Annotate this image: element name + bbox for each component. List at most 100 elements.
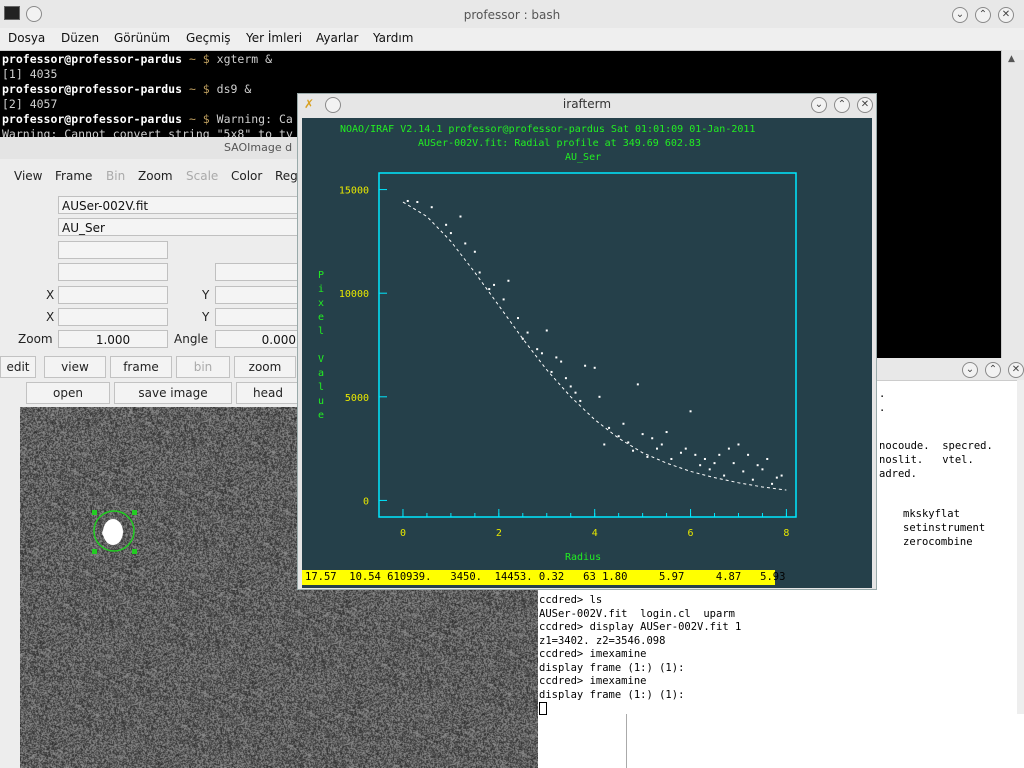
header-button[interactable]: head	[236, 382, 300, 404]
frame-button[interactable]: frame	[110, 356, 172, 378]
data-point	[608, 426, 611, 429]
data-point	[478, 271, 481, 274]
minimize-icon[interactable]: ⌄	[811, 97, 827, 113]
prompt-path: ~ $	[182, 52, 217, 66]
ds9-menu-bin[interactable]: Bin	[106, 169, 125, 183]
y-tick-label: 15000	[339, 186, 369, 197]
view-button[interactable]: view	[44, 356, 106, 378]
data-point	[665, 431, 668, 434]
bin-button[interactable]: bin	[176, 356, 230, 378]
minimize-icon[interactable]: ⌄	[952, 7, 968, 23]
output-line: ccdred> imexamine	[539, 648, 647, 660]
data-point	[761, 468, 764, 471]
save-image-button[interactable]: save image	[114, 382, 232, 404]
maximize-icon[interactable]: ⌃	[834, 97, 850, 113]
minimize-icon[interactable]: ⌄	[962, 362, 978, 378]
maximize-icon[interactable]: ⌃	[985, 362, 1001, 378]
ds9-titlebar: SAOImage d	[0, 137, 300, 159]
x-label: X	[46, 288, 55, 302]
menu-yer-imleri[interactable]: Yer İmleri	[246, 31, 302, 45]
menu-yardim[interactable]: Yardım	[373, 31, 413, 45]
output-line: [2] 4057	[2, 97, 58, 111]
data-point	[780, 474, 783, 477]
ds9-menubar: View Frame Bin Zoom Scale Color Reg	[0, 165, 300, 187]
maximize-icon[interactable]: ⌃	[975, 7, 991, 23]
ds9-menu-color[interactable]: Color	[231, 169, 262, 183]
terminal-scrollbar[interactable]: ▲	[1001, 50, 1024, 358]
file-name-field: AUSer-002V.fit	[58, 196, 298, 214]
zoom-label: Zoom	[18, 332, 53, 346]
menu-duzen[interactable]: Düzen	[61, 31, 99, 45]
wcs-field	[58, 263, 168, 281]
data-point	[430, 206, 433, 209]
radial-profile-plot: NOAO/IRAF V2.14.1 professor@professor-pa…	[318, 124, 797, 563]
irafterm-title: irafterm	[562, 97, 612, 111]
data-point	[564, 377, 567, 380]
data-point	[445, 223, 448, 226]
xgterm-fragment-line: adred.	[879, 468, 917, 480]
region-handle[interactable]	[132, 549, 137, 554]
data-point	[737, 443, 740, 446]
ds9-menu-view[interactable]: View	[14, 169, 42, 183]
close-icon[interactable]: ✕	[1008, 362, 1024, 378]
output-line: AUSer-002V.fit login.cl uparm	[539, 607, 735, 620]
data-point	[694, 453, 697, 456]
menu-gecmis[interactable]: Geçmiş	[186, 31, 231, 45]
angle-value-field: 0.000	[215, 330, 300, 348]
open-button[interactable]: open	[26, 382, 110, 404]
data-point	[560, 360, 563, 363]
close-icon[interactable]: ✕	[857, 97, 873, 113]
command-text: xgterm &	[216, 52, 273, 66]
data-point	[449, 232, 452, 235]
xgterm-fragment-line: mkskyflat	[903, 508, 960, 520]
x-tick-label: 8	[783, 528, 789, 539]
prompt-path: ~ $	[182, 82, 217, 96]
y-field-2	[215, 308, 300, 326]
menu-dosya[interactable]: Dosya	[8, 31, 45, 45]
data-point	[656, 447, 658, 450]
xgterm-scrollbar[interactable]	[1017, 380, 1024, 714]
y-field	[215, 286, 300, 304]
data-point	[727, 447, 730, 450]
terminal-output[interactable]: professor@professor-pardus ~ $ xgterm & …	[2, 52, 293, 142]
xgterm-fragment-dot: .	[879, 388, 886, 400]
data-point	[598, 395, 601, 398]
data-point	[708, 468, 711, 471]
data-point	[632, 449, 635, 452]
data-point	[766, 457, 769, 460]
ds9-window: SAOImage d View Frame Bin Zoom Scale Col…	[0, 137, 538, 768]
data-point	[406, 199, 409, 202]
zoom-button[interactable]: zoom	[234, 356, 296, 378]
xgterm-output[interactable]: ccdred> ls AUSer-002V.fit login.cl uparm…	[539, 594, 741, 716]
irafterm-graphics[interactable]: NOAO/IRAF V2.14.1 professor@professor-pa…	[302, 118, 872, 588]
scroll-up-icon[interactable]: ▲	[1008, 54, 1015, 64]
ds9-title: SAOImage d	[224, 141, 293, 154]
ds9-menu-region[interactable]: Reg	[275, 169, 298, 183]
region-handle[interactable]	[132, 510, 137, 515]
data-point	[517, 317, 519, 320]
menu-gorunum[interactable]: Görünüm	[114, 31, 170, 45]
xgterm-fragment-line: noslit. vtel.	[879, 454, 974, 466]
ds9-menu-scale[interactable]: Scale	[186, 169, 218, 183]
y-tick-label: 0	[363, 496, 369, 507]
data-point	[732, 462, 735, 465]
edit-button[interactable]: edit	[0, 356, 36, 378]
x-tick-label: 0	[400, 528, 406, 539]
data-point	[689, 410, 692, 413]
data-point	[747, 453, 750, 456]
output-line: [1] 4035	[2, 67, 58, 81]
data-point	[713, 462, 716, 465]
data-points	[406, 199, 783, 485]
y-tick-label: 5000	[345, 393, 369, 404]
ds9-menu-zoom[interactable]: Zoom	[138, 169, 173, 183]
terminal-titlebar: professor : bash ⌄ ⌃ ✕	[0, 0, 1024, 29]
region-handle[interactable]	[92, 510, 97, 515]
prompt-user: professor@professor-pardus	[2, 82, 183, 96]
region-handle[interactable]	[92, 549, 97, 554]
output-line: z1=3402. z2=3546.098	[539, 634, 666, 647]
ds9-menu-frame[interactable]: Frame	[55, 169, 92, 183]
data-point	[660, 443, 663, 446]
data-point	[646, 455, 649, 458]
close-icon[interactable]: ✕	[998, 7, 1014, 23]
menu-ayarlar[interactable]: Ayarlar	[316, 31, 358, 45]
